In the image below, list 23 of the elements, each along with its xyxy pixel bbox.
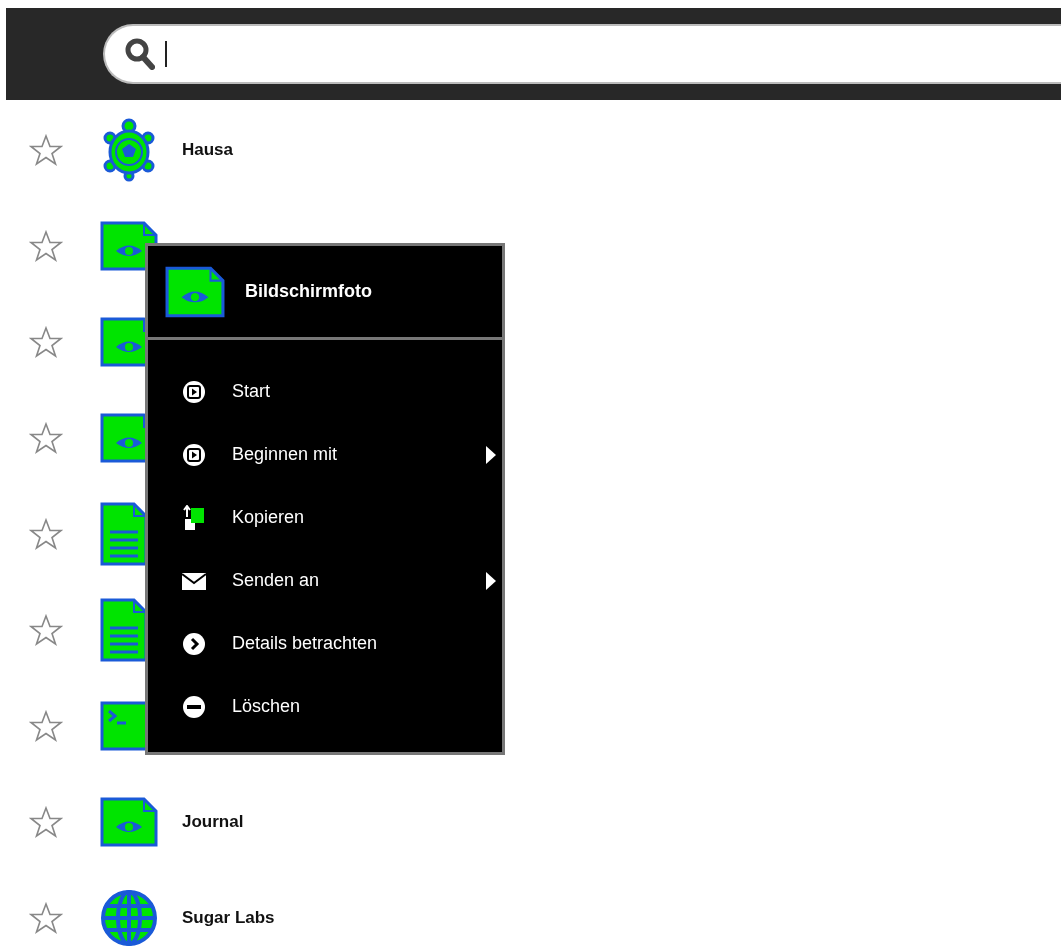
menu-title: Bildschirmfoto xyxy=(245,281,372,302)
globe-icon[interactable] xyxy=(100,889,158,946)
entry-title: Journal xyxy=(182,812,244,832)
minus-circle-icon xyxy=(180,694,208,719)
eye-document-icon[interactable] xyxy=(100,221,158,271)
menu-item[interactable]: Senden an xyxy=(148,549,502,612)
menu-item[interactable]: Start xyxy=(148,360,502,423)
text-document-icon[interactable] xyxy=(100,502,148,566)
menu-item[interactable]: Details betrachten xyxy=(148,612,502,675)
entry-title: Hausa xyxy=(182,140,234,160)
play-icon xyxy=(180,379,208,404)
search-field[interactable] xyxy=(103,24,1061,84)
eye-document-icon xyxy=(165,265,225,318)
play-icon xyxy=(180,442,208,467)
text-document-icon[interactable] xyxy=(100,598,148,662)
eye-document-icon[interactable] xyxy=(100,797,158,847)
envelope-icon xyxy=(180,570,208,591)
entry-title: Sugar Labs xyxy=(182,908,275,928)
menu-item[interactable]: Beginnen mit xyxy=(148,423,502,486)
menu-item[interactable]: Kopieren xyxy=(148,486,502,549)
chevron-circle-icon xyxy=(180,631,208,656)
search-icon xyxy=(125,38,155,70)
menu-item[interactable]: Löschen xyxy=(148,675,502,738)
